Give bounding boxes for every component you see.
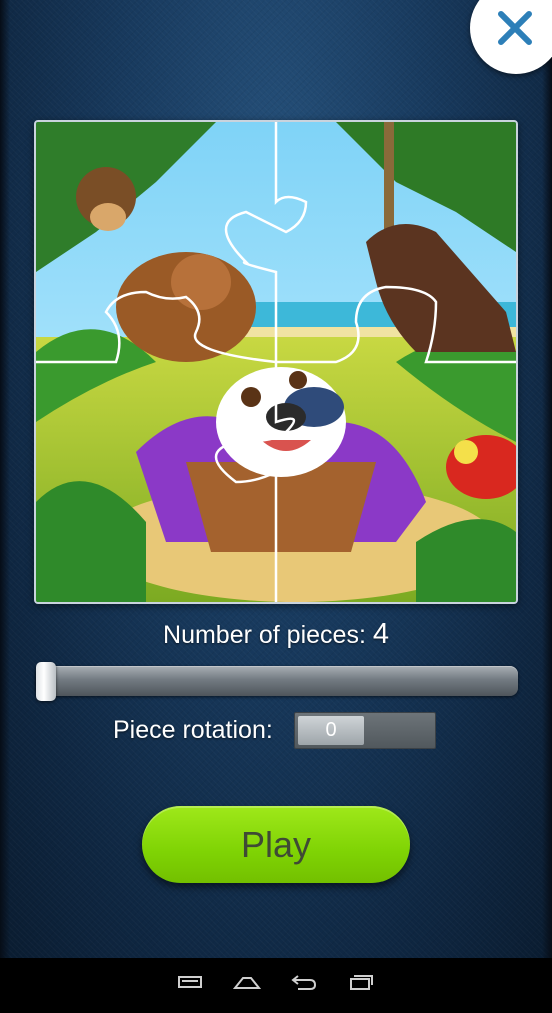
puzzle-preview [34, 120, 518, 604]
pieces-count-value: 4 [372, 618, 389, 650]
pieces-count-label: Number of pieces: 4 [0, 618, 552, 651]
pieces-slider-track[interactable] [36, 666, 518, 696]
close-button[interactable] [470, 0, 552, 74]
back-icon [291, 975, 317, 990]
rotation-toggle[interactable]: 0 [294, 712, 436, 749]
recent-apps-icon [350, 975, 373, 990]
rotation-toggle-knob[interactable]: 0 [298, 716, 364, 745]
recent-apps-button[interactable] [331, 972, 391, 1000]
left-edge-shade [0, 0, 10, 958]
app-screen: Number of pieces: 4 Piece rotation: 0 Pl… [0, 0, 552, 958]
right-edge-shade [542, 0, 552, 958]
play-button[interactable]: Play [142, 806, 410, 883]
puzzle-picture [36, 122, 516, 602]
back-button[interactable] [274, 972, 334, 1000]
menu-button[interactable] [160, 972, 220, 1000]
home-icon [233, 977, 261, 989]
pieces-label-text: Number of pieces: [163, 621, 366, 649]
pieces-slider-thumb[interactable] [36, 662, 56, 701]
menu-icon [178, 976, 202, 988]
home-button[interactable] [217, 972, 277, 1000]
system-nav-bar [0, 958, 552, 1013]
close-x-icon [498, 11, 532, 45]
rotation-label: Piece rotation: [113, 716, 273, 744]
